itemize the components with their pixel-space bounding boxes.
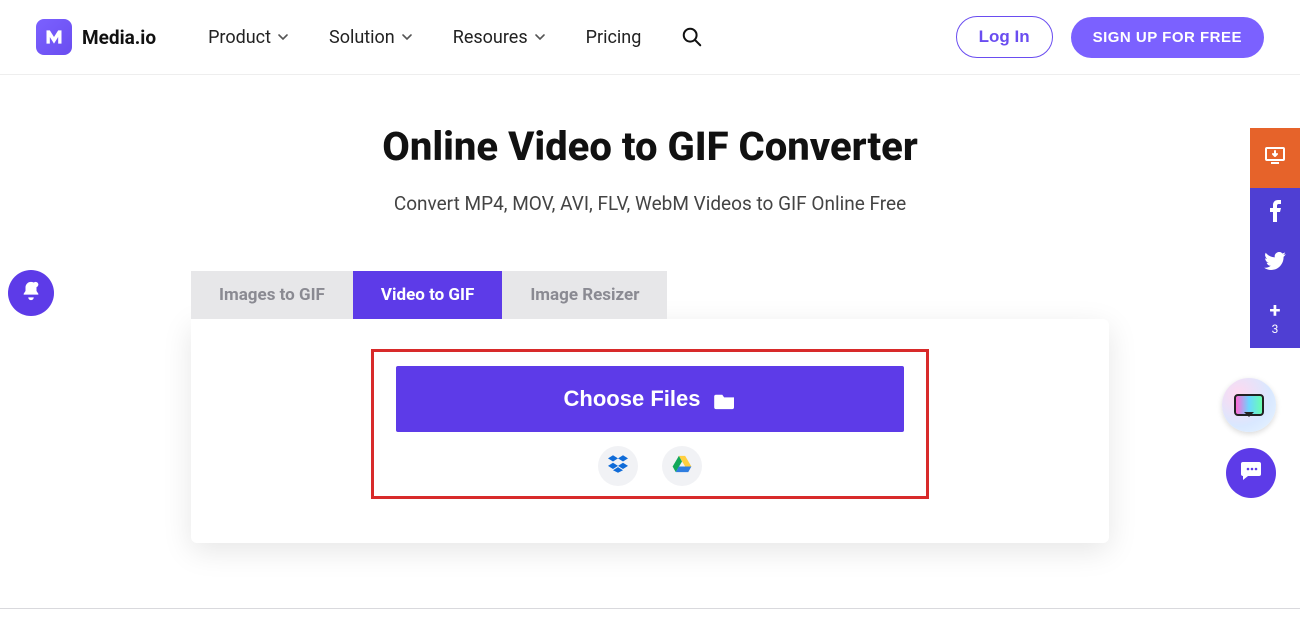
login-button[interactable]: Log In <box>956 16 1053 58</box>
tool-tabs: Images to GIF Video to GIF Image Resizer <box>191 271 1109 319</box>
cloud-source-row <box>396 446 904 486</box>
tab-images-to-gif[interactable]: Images to GIF <box>191 271 353 319</box>
converter-panel: Images to GIF Video to GIF Image Resizer… <box>191 271 1109 543</box>
keyboard-icon <box>1234 394 1264 416</box>
nav-solution[interactable]: Solution <box>329 27 413 48</box>
chat-icon <box>1239 459 1263 487</box>
footer-divider <box>0 608 1300 609</box>
plus-icon: + <box>1270 300 1281 320</box>
notifications-button[interactable] <box>8 270 54 316</box>
nav-resources-label: Resoures <box>453 27 528 48</box>
dropbox-icon <box>608 455 628 477</box>
choose-files-label: Choose Files <box>564 386 701 412</box>
tab-video-to-gif[interactable]: Video to GIF <box>353 271 502 319</box>
share-facebook-button[interactable] <box>1250 188 1300 238</box>
chevron-down-icon <box>277 31 289 43</box>
share-twitter-button[interactable] <box>1250 238 1300 288</box>
twitter-icon <box>1264 252 1286 274</box>
tab-image-resizer[interactable]: Image Resizer <box>502 271 667 319</box>
google-drive-button[interactable] <box>662 446 702 486</box>
share-count: 3 <box>1272 322 1279 336</box>
nav-solution-label: Solution <box>329 27 395 48</box>
search-icon[interactable] <box>681 26 703 48</box>
folder-icon <box>714 390 736 408</box>
choose-files-button[interactable]: Choose Files <box>396 366 904 432</box>
logo-text: Media.io <box>82 26 156 49</box>
facebook-icon <box>1269 200 1281 226</box>
chat-support-button[interactable] <box>1226 448 1276 498</box>
signup-button[interactable]: SIGN UP FOR FREE <box>1071 17 1264 58</box>
top-nav: Media.io Product Solution Resoures Prici… <box>0 0 1300 75</box>
primary-nav: Product Solution Resoures Pricing <box>208 26 703 48</box>
nav-pricing-label: Pricing <box>586 27 642 48</box>
download-icon <box>1263 144 1287 172</box>
upload-highlight-box: Choose Files <box>371 349 929 499</box>
header-actions: Log In SIGN UP FOR FREE <box>956 16 1264 58</box>
google-drive-icon <box>672 455 692 477</box>
main-content: Online Video to GIF Converter Convert MP… <box>0 75 1300 543</box>
upload-panel: Choose Files <box>191 319 1109 543</box>
nav-product[interactable]: Product <box>208 27 289 48</box>
feedback-bubble-button[interactable] <box>1222 378 1276 432</box>
logo[interactable]: Media.io <box>36 19 156 55</box>
nav-resources[interactable]: Resoures <box>453 27 546 48</box>
share-more-button[interactable]: + 3 <box>1250 288 1300 348</box>
page-subtitle: Convert MP4, MOV, AVI, FLV, WebM Videos … <box>0 192 1300 215</box>
nav-pricing[interactable]: Pricing <box>586 27 642 48</box>
nav-product-label: Product <box>208 27 271 48</box>
chevron-down-icon <box>534 31 546 43</box>
chevron-down-icon <box>401 31 413 43</box>
page-title: Online Video to GIF Converter <box>0 123 1300 170</box>
download-app-button[interactable] <box>1250 128 1300 188</box>
dropbox-button[interactable] <box>598 446 638 486</box>
logo-mark-icon <box>36 19 72 55</box>
bell-icon <box>20 280 42 306</box>
share-rail: + 3 <box>1250 128 1300 348</box>
